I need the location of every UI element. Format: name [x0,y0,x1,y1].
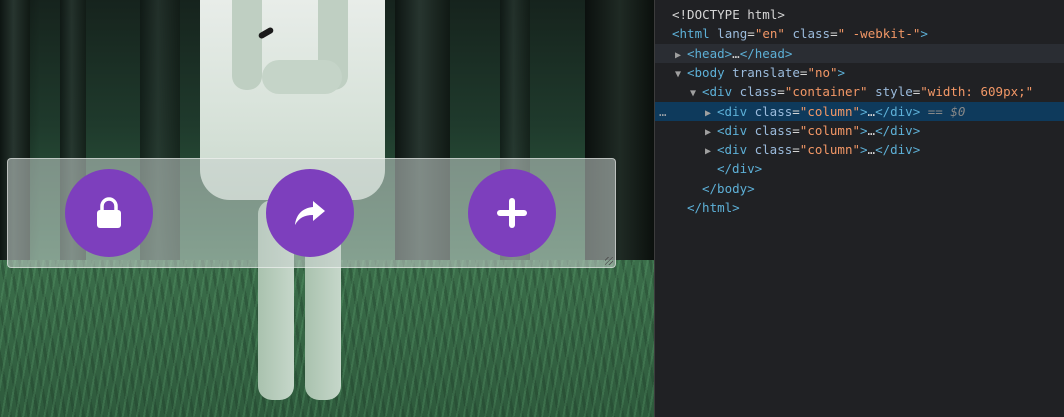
dom-token: <html [672,26,710,42]
more-options-icon[interactable]: … [659,102,667,121]
dom-token: </div> [875,103,921,119]
expand-triangle-icon[interactable]: ▶ [705,104,717,121]
dom-tree-node[interactable]: </body> [655,179,1064,198]
dom-token: </body> [702,180,755,196]
dom-token: = [777,84,785,100]
dom-token: "column" [799,122,861,138]
figure-arm [232,0,262,90]
expand-triangle-icon[interactable]: ▶ [705,142,717,159]
column [8,159,210,267]
dom-tree-node[interactable]: <!DOCTYPE html> [655,5,1064,24]
dom-token: style [867,84,913,100]
dom-tree-node[interactable]: </div> [655,159,1064,178]
dom-token: = [792,142,800,158]
expand-triangle-icon[interactable]: ▶ [675,46,687,63]
dom-token: = [747,26,755,42]
dom-token: > [837,64,846,80]
dom-token: </head> [739,45,793,61]
page-preview [0,0,654,417]
column [210,159,412,267]
dom-token: = [792,103,800,119]
dom-token: > [860,122,868,138]
lock-button[interactable] [65,169,153,257]
dom-tree-node[interactable]: <html lang="en" class=" -webkit-"> [655,24,1064,43]
add-button[interactable] [467,169,556,257]
dom-token: "column" [799,103,861,119]
dom-token: "width: 609px;" [920,84,1034,100]
dom-token: > [860,103,868,119]
dom-tree-node[interactable]: ▶ <div class="column">…</div> [655,121,1064,140]
dom-token: class [732,84,778,100]
collapse-triangle-icon[interactable]: ▼ [690,84,702,101]
dom-token: translate [724,64,800,80]
dom-token: == $0 [920,103,966,119]
collapse-triangle-icon[interactable]: ▼ [675,65,687,82]
dom-token: <div [702,84,733,100]
resize-grip[interactable] [605,257,613,265]
dom-tree-node[interactable]: ▶ <div class="column">…</div> [655,140,1064,159]
dom-tree-node[interactable]: ▼ <div class="container" style="width: 60… [655,82,1064,101]
dom-token: <!DOCTYPE html> [672,7,785,22]
dom-token: <div [717,122,748,138]
dom-token: "container" [784,84,868,100]
dom-token: </div> [875,122,921,138]
column [413,159,615,267]
dom-token: "column" [799,142,861,158]
dom-token: "en" [754,26,785,42]
dom-token: … [867,122,876,138]
dom-token: lang [709,26,748,42]
dom-token: > [920,26,928,42]
dom-token: class [747,122,793,138]
dom-token: " -webkit-" [837,26,921,42]
dom-tree-node[interactable]: ▶ <head>…</head> [655,43,1064,63]
dom-token: <div [717,142,748,158]
dom-token: <div [717,103,748,119]
dom-token: … [732,45,740,61]
dom-token: </html> [687,200,740,215]
dom-token: </div> [875,142,921,158]
dom-token: "no" [807,64,838,80]
button-container [7,158,616,268]
dom-token: = [792,122,800,138]
dom-token: class [784,26,831,42]
plus-icon [496,198,527,228]
dom-tree-node[interactable]: ▼ <body translate="no"> [655,63,1064,82]
dom-token: <head> [687,45,733,61]
dom-token: <body [687,64,725,80]
devtools-elements-panel: <!DOCTYPE html> <html lang="en" class=" -… [654,0,1064,417]
share-icon [295,201,326,225]
expand-triangle-icon[interactable]: ▶ [705,123,717,140]
dom-token: > [860,142,868,158]
figure-hands [262,60,342,94]
dom-token: = [830,26,838,42]
dom-token: … [867,142,876,158]
dom-token: class [747,103,793,119]
dom-token: </div> [717,161,763,177]
share-button[interactable] [266,169,355,257]
dom-tree-node[interactable]: </html> [655,198,1064,217]
dom-token: class [747,142,793,158]
lock-icon [97,197,121,228]
dom-token: … [867,103,876,119]
dom-tree-node[interactable]: ▶ <div class="column">…</div> == $0… [655,101,1064,121]
